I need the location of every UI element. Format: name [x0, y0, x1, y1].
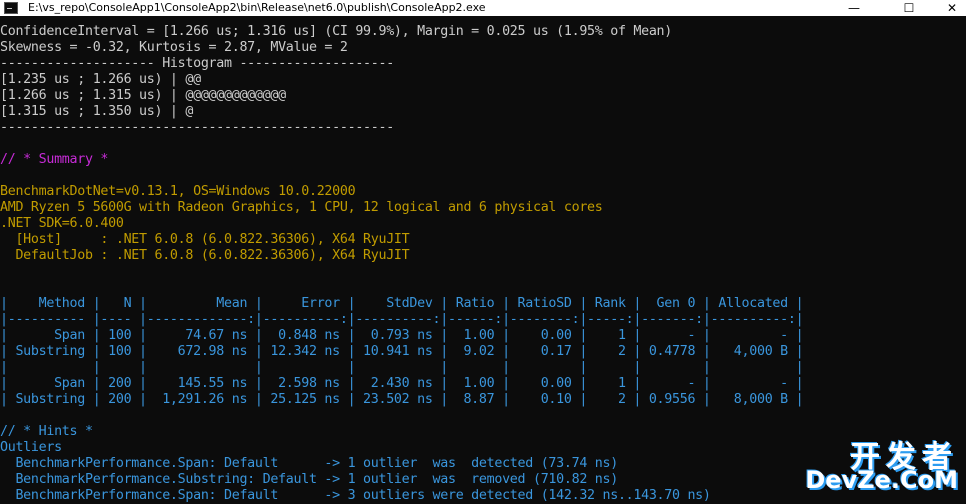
title-bar: E:\vs_repo\ConsoleApp1\ConsoleApp2\bin\R…	[0, 0, 966, 16]
console-line: | Span | 100 | 74.67 ns | 0.848 ns | 0.7…	[0, 328, 804, 343]
console-line: .NET SDK=6.0.400	[0, 216, 124, 231]
console-line: DefaultJob : .NET 6.0.8 (6.0.822.36306),…	[0, 248, 410, 263]
console-line: | | | | | | | | | | |	[0, 360, 804, 375]
close-button[interactable]: ✕	[936, 0, 966, 16]
console-line: Skewness = -0.32, Kurtosis = 2.87, MValu…	[0, 40, 348, 55]
console-line: [Host] : .NET 6.0.8 (6.0.822.36306), X64…	[0, 232, 410, 247]
console-line: -------------------- Histogram ---------…	[0, 56, 394, 71]
window-title: E:\vs_repo\ConsoleApp1\ConsoleApp2\bin\R…	[28, 1, 486, 14]
minimize-button[interactable]: —	[838, 0, 870, 16]
console-line: | Method | N | Mean | Error | StdDev | R…	[0, 296, 804, 311]
console-line: | Substring | 200 | 1,291.26 ns | 25.125…	[0, 392, 804, 407]
console-app-icon	[4, 2, 18, 14]
console-line: BenchmarkDotNet=v0.13.1, OS=Windows 10.0…	[0, 184, 356, 199]
console-line: // * Summary *	[0, 152, 109, 167]
maximize-button[interactable]: ☐	[893, 0, 925, 16]
console-line: ConfidenceInterval = [1.266 us; 1.316 us…	[0, 24, 673, 39]
console-line: [1.315 us ; 1.350 us) | @	[0, 104, 194, 119]
console-line: |---------- |---- |-------------:|------…	[0, 312, 804, 327]
console-line: [1.266 us ; 1.315 us) | @@@@@@@@@@@@@	[0, 88, 286, 103]
watermark-en-text: DevZe.CoM	[805, 466, 958, 494]
console-line: | Substring | 100 | 672.98 ns | 12.342 n…	[0, 344, 804, 359]
console-line: | Span | 200 | 145.55 ns | 2.598 ns | 2.…	[0, 376, 804, 391]
watermark-logo: 开发者 DevZe.CoM	[805, 432, 958, 496]
console-line: AMD Ryzen 5 5600G with Radeon Graphics, …	[0, 200, 603, 215]
console-line: [1.235 us ; 1.266 us) | @@	[0, 72, 201, 87]
console-line: ----------------------------------------…	[0, 120, 394, 135]
